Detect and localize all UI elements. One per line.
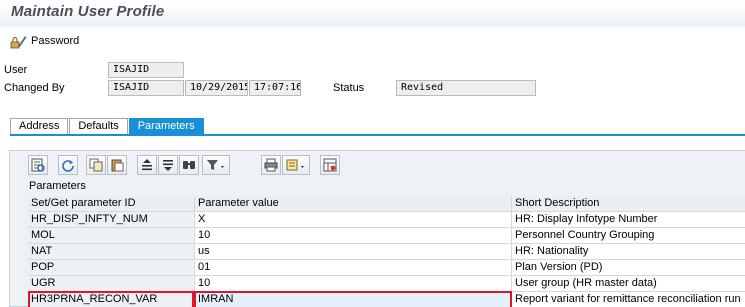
password-button[interactable]: Password [9, 32, 79, 50]
paste-icon [110, 158, 124, 172]
parameter-value-cell[interactable]: 10 [195, 228, 512, 244]
short-description-cell: Personnel Country Grouping [512, 228, 745, 244]
tab-strip: Address Defaults Parameters [10, 118, 205, 135]
short-description-cell: HR: Display Infotype Number [512, 212, 745, 228]
print-button[interactable] [261, 155, 281, 175]
highlight-parameter-id [28, 291, 194, 307]
table-row: UGR 10 User group (HR master data) [28, 276, 745, 292]
parameter-id-cell[interactable]: UGR [28, 276, 195, 292]
parameters-panel: Parameters Set/Get parameter ID Paramete… [9, 150, 745, 307]
parameter-id-cell[interactable]: NAT [28, 244, 195, 260]
parameter-id-cell[interactable]: POP [28, 260, 195, 276]
tab-defaults[interactable]: Defaults [69, 118, 128, 135]
short-description-cell: HR: Nationality [512, 244, 745, 260]
changed-time-field[interactable]: 17:07:16 [249, 80, 301, 96]
table-row: HR_DISP_INFTY_NUM X HR: Display Infotype… [28, 212, 745, 228]
table-row: MOL 10 Personnel Country Grouping [28, 228, 745, 244]
tab-address[interactable]: Address [10, 118, 69, 135]
grid-toolbar [10, 151, 745, 178]
find-button[interactable] [179, 155, 199, 175]
changed-by-field[interactable]: ISAJID [108, 80, 184, 96]
filter-icon [206, 158, 226, 172]
short-description-cell: Plan Version (PD) [512, 260, 745, 276]
refresh-button[interactable] [58, 155, 78, 175]
export-icon [286, 158, 306, 172]
find-icon [182, 158, 196, 172]
changed-by-label: Changed By [4, 82, 65, 94]
print-icon [264, 158, 278, 172]
column-header-short-description[interactable]: Short Description [512, 196, 745, 212]
user-field[interactable]: ISAJID [108, 62, 184, 78]
table-row-selected: HR3PRNA_RECON_VAR IMRAN Report variant f… [28, 291, 745, 307]
tab-parameters[interactable]: Parameters [128, 118, 204, 135]
sort-descending-button[interactable] [158, 155, 178, 175]
parameter-value-cell[interactable]: X [195, 212, 512, 228]
sort-descending-icon [161, 158, 175, 172]
changed-date-field[interactable]: 10/29/2015 [185, 80, 248, 96]
parameter-id-cell[interactable]: MOL [28, 228, 195, 244]
status-field[interactable]: Revised [396, 80, 536, 96]
page-title: Maintain User Profile [11, 3, 165, 20]
layout-icon [323, 158, 337, 172]
layout-button[interactable] [320, 155, 340, 175]
parameter-value-cell[interactable]: 01 [195, 260, 512, 276]
table-header-row: Set/Get parameter ID Parameter value Sho… [28, 196, 745, 212]
password-button-label: Password [31, 35, 80, 47]
short-description-cell: User group (HR master data) [512, 276, 745, 292]
parameter-value-cell[interactable]: us [195, 244, 512, 260]
table-row: POP 01 Plan Version (PD) [28, 260, 745, 276]
parameter-id-cell[interactable]: HR_DISP_INFTY_NUM [28, 212, 195, 228]
application-toolbar: Password [0, 27, 745, 55]
column-header-parameter-value[interactable]: Parameter value [195, 196, 512, 212]
sort-ascending-button[interactable] [137, 155, 157, 175]
parameter-value-cell[interactable]: 10 [195, 276, 512, 292]
sort-ascending-icon [140, 158, 154, 172]
highlight-parameter-value [194, 291, 512, 307]
export-button[interactable] [282, 155, 310, 175]
copy-icon [89, 158, 103, 172]
tab-underline [10, 134, 745, 136]
details-icon [31, 158, 45, 172]
status-label: Status [333, 82, 365, 94]
details-button[interactable] [28, 155, 48, 175]
password-edit-icon [9, 33, 27, 49]
table-row: NAT us HR: Nationality [28, 244, 745, 260]
grid-caption: Parameters [29, 180, 86, 192]
title-bar: Maintain User Profile [0, 0, 745, 27]
column-header-parameter-id[interactable]: Set/Get parameter ID [28, 196, 195, 212]
short-description-cell: Report variant for remittance reconcilia… [512, 292, 745, 307]
refresh-icon [61, 158, 75, 172]
paste-button[interactable] [107, 155, 127, 175]
copy-button[interactable] [86, 155, 106, 175]
user-label: User [4, 64, 28, 76]
filter-button[interactable] [202, 155, 230, 175]
